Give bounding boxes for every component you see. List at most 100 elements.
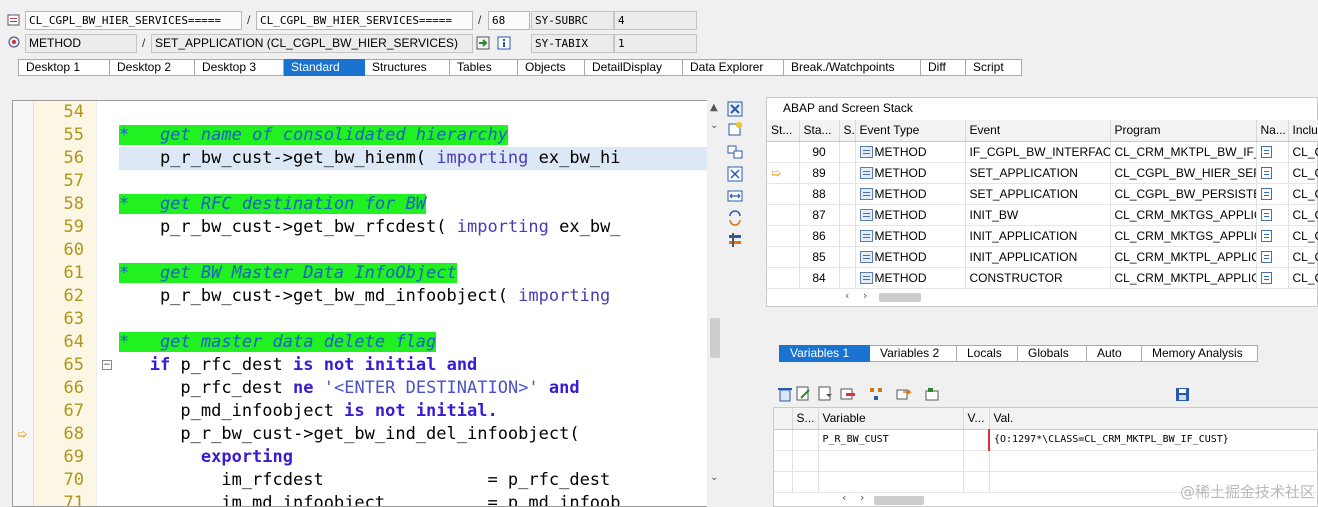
remove-row-icon[interactable] (840, 386, 855, 400)
column-header[interactable]: Val. (989, 408, 1318, 430)
program-field[interactable]: CL_CGPL_BW_HIER_SERVICES===== (25, 11, 242, 30)
scroll-right-icon[interactable]: › (860, 491, 864, 504)
tab-variables-1[interactable]: Variables 1 (779, 345, 870, 362)
tab-auto[interactable]: Auto (1087, 345, 1142, 362)
column-header[interactable]: V... (963, 408, 990, 430)
column-header[interactable]: Inclu (1288, 120, 1318, 142)
sysvar2-name-field[interactable]: SY-TABIX (531, 34, 614, 53)
code-line[interactable]: 55 * get name of consolidated hierarchy (13, 124, 722, 147)
code-line[interactable]: 61 * get BW Master Data InfoObject (13, 262, 722, 285)
table-row[interactable]: 85 METHOD INIT_APPLICATION CL_CRM_MKTPL_A… (767, 246, 1318, 268)
code-line[interactable]: 66 p_rfc_dest ne '<ENTER DESTINATION>' a… (13, 377, 722, 400)
code-line[interactable]: 63 (13, 308, 722, 331)
tab-detail-display[interactable]: DetailDisplay (585, 59, 683, 76)
table-row[interactable]: 90 METHOD IF_CGPL_BW_INTERFAC... CL_CRM_M… (767, 141, 1318, 163)
scroll-left-icon[interactable]: ‹ (845, 289, 849, 302)
tab-breakpoints-watchpoints[interactable]: Break./Watchpoints (784, 59, 921, 76)
variable-name[interactable]: P_R_BW_CUST (818, 429, 964, 451)
code-line[interactable]: 64 * get master data delete flag (13, 331, 722, 354)
code-line[interactable]: 71 im_md_infoobject = p_md_infoob (13, 492, 722, 506)
variable-row[interactable]: P_R_BW_CUST {O:1297*\CLASS=CL_CRM_MKTPL_… (774, 429, 1318, 451)
tab-globals[interactable]: Globals (1018, 345, 1087, 362)
info-icon[interactable] (497, 36, 511, 50)
tab-script[interactable]: Script (966, 59, 1022, 76)
code-line[interactable]: 62 p_r_bw_cust->get_bw_md_infoobject( im… (13, 285, 722, 308)
full-width-tool-icon[interactable] (727, 188, 745, 206)
include-field[interactable]: CL_CGPL_BW_HIER_SERVICES===== (256, 11, 473, 30)
maximize-tool-icon[interactable] (727, 166, 745, 184)
tab-desktop-2[interactable]: Desktop 2 (110, 59, 195, 76)
column-header[interactable]: Sta... (799, 120, 840, 142)
line-number-field[interactable]: 68 (488, 11, 530, 30)
tab-tables[interactable]: Tables (450, 59, 518, 76)
fold-toggle[interactable]: − (102, 360, 112, 370)
scroll-left-icon[interactable]: ‹ (842, 491, 846, 504)
tab-diff[interactable]: Diff (921, 59, 966, 76)
code-line[interactable]: 65 if p_rfc_dest is not initial and (13, 354, 722, 377)
source-doc-icon[interactable] (1260, 271, 1272, 284)
code-line[interactable]: 54 (13, 101, 722, 124)
navigate-to-source-icon[interactable] (476, 36, 490, 50)
tab-data-explorer[interactable]: Data Explorer (683, 59, 784, 76)
column-header[interactable]: S... (792, 408, 819, 430)
sysvar1-name-field[interactable]: SY-SUBRC (531, 11, 614, 30)
new-tool-icon[interactable] (727, 121, 745, 139)
tab-objects[interactable]: Objects (518, 59, 585, 76)
sysvar1-value-field[interactable]: 4 (614, 11, 697, 30)
source-doc-icon[interactable] (1260, 187, 1272, 200)
code-line[interactable]: 56 p_r_bw_cust->get_bw_hienm( importing … (13, 147, 722, 170)
tab-structures[interactable]: Structures (365, 59, 450, 76)
horizontal-scrollbar-thumb[interactable] (879, 293, 921, 302)
settings-tool-icon[interactable] (727, 232, 745, 250)
column-header[interactable]: Event Type (855, 120, 966, 142)
source-doc-icon[interactable] (1260, 145, 1272, 158)
source-doc-icon[interactable] (1260, 250, 1272, 263)
table-row[interactable]: 84 METHOD CONSTRUCTOR CL_CRM_MKTPL_APPLIC… (767, 267, 1318, 289)
tab-desktop-1[interactable]: Desktop 1 (18, 59, 110, 76)
code-line[interactable]: 59 p_r_bw_cust->get_bw_rfcdest( importin… (13, 216, 722, 239)
column-header[interactable]: St... (767, 120, 800, 142)
event-type-field[interactable]: METHOD (25, 34, 137, 53)
exchange-tool-icon[interactable] (727, 210, 745, 228)
tab-variables-2[interactable]: Variables 2 (870, 345, 957, 362)
column-header[interactable]: S... (839, 120, 856, 142)
code-line[interactable]: 60 (13, 239, 722, 262)
code-line-current[interactable]: ➯ 68 p_r_bw_cust->get_bw_ind_del_infoobj… (13, 423, 722, 446)
column-header[interactable]: Event (965, 120, 1111, 142)
column-header[interactable]: Variable (818, 408, 964, 430)
scroll-right-icon[interactable]: › (863, 289, 867, 302)
tab-locals[interactable]: Locals (957, 345, 1018, 362)
document-icon[interactable] (818, 386, 832, 401)
table-row[interactable]: 88 METHOD SET_APPLICATION CL_CGPL_BW_PERS… (767, 183, 1318, 205)
code-line[interactable]: 69 exporting (13, 446, 722, 469)
code-line[interactable]: 70 im_rfcdest = p_rfc_dest (13, 469, 722, 492)
horizontal-scrollbar-thumb[interactable] (874, 496, 924, 505)
table-row-current[interactable]: ➯ 89 METHOD SET_APPLICATION CL_CGPL_BW_HIE… (767, 162, 1318, 184)
save-icon[interactable] (1175, 387, 1189, 401)
source-doc-icon[interactable] (1260, 208, 1272, 221)
variable-value[interactable]: {O:1297*\CLASS=CL_CRM_MKTPL_BW_IF_CUST} (988, 429, 1318, 451)
sysvar2-value-field[interactable]: 1 (614, 34, 697, 53)
table-row[interactable]: 87 METHOD INIT_BWCL_CRM_MKTGS_APPLIC... … (767, 204, 1318, 226)
tree-icon[interactable] (868, 386, 882, 400)
column-header[interactable]: Na... (1256, 120, 1289, 142)
code-line[interactable]: 58 * get RFC destination for BW (13, 193, 722, 216)
event-field[interactable]: SET_APPLICATION (CL_CGPL_BW_HIER_SERVICE… (151, 34, 473, 53)
source-doc-icon[interactable] (1260, 229, 1272, 242)
flag-icon[interactable] (924, 386, 939, 401)
scroll-up-icon[interactable]: ▲ (710, 102, 718, 113)
scroll-down-icon[interactable]: ⌄ (710, 120, 718, 131)
delete-icon[interactable] (777, 386, 792, 402)
tab-desktop-3[interactable]: Desktop 3 (195, 59, 284, 76)
column-header[interactable]: Program (1110, 120, 1257, 142)
code-line[interactable]: 57 (13, 170, 722, 193)
scroll-down-icon[interactable]: ⌄ (710, 472, 718, 483)
scrollbar-thumb[interactable] (710, 318, 720, 358)
edit-icon[interactable] (796, 386, 810, 401)
close-tool-icon[interactable] (727, 101, 745, 119)
source-doc-icon[interactable] (1260, 166, 1272, 179)
tab-memory-analysis[interactable]: Memory Analysis (1142, 345, 1258, 362)
table-row[interactable]: 86 METHOD INIT_APPLICATION CL_CRM_MKTGS_A… (767, 225, 1318, 247)
transfer-icon[interactable] (896, 386, 912, 400)
tab-standard[interactable]: Standard (284, 59, 365, 76)
